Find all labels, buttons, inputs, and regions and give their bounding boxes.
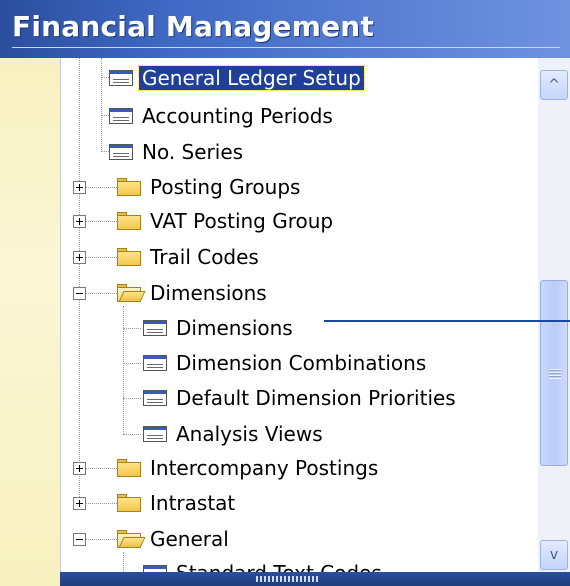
folder-icon xyxy=(117,248,141,266)
tree-item-default-dimension-priorities[interactable]: Default Dimension Priorities xyxy=(143,383,459,413)
tree-item-label: Standard Text Codes xyxy=(173,561,385,572)
tree-guide-line xyxy=(101,58,102,152)
panel-header: Financial Management xyxy=(0,0,570,58)
tree-item-label: Trail Codes xyxy=(150,245,259,269)
tree-folder-vat-posting-group[interactable]: VAT Posting Group xyxy=(117,206,336,236)
collapse-minus-icon[interactable] xyxy=(73,533,86,546)
tree-item-no-series[interactable]: No. Series xyxy=(109,137,246,167)
tree-item-label: Dimension Combinations xyxy=(176,351,427,375)
scroll-down-button[interactable]: v xyxy=(540,540,568,570)
vertical-scrollbar[interactable]: ^ v xyxy=(538,58,570,572)
tree-item-dimensions[interactable]: Dimensions xyxy=(143,313,296,343)
form-icon xyxy=(143,320,167,336)
callout-pointer-line xyxy=(324,320,570,322)
tree-guide-line xyxy=(85,293,117,294)
tree-guide-line xyxy=(85,187,117,188)
form-icon xyxy=(143,426,167,442)
expand-plus-icon[interactable] xyxy=(73,181,86,194)
form-icon xyxy=(143,565,167,572)
tree-item-label: Posting Groups xyxy=(150,175,301,199)
grip-icon xyxy=(549,369,561,379)
navigation-tree[interactable]: General Ledger Setup Accounting Periods … xyxy=(60,58,540,572)
tree-guide-line xyxy=(123,328,141,329)
open-folder-icon xyxy=(117,284,146,302)
tree-item-label: Dimensions xyxy=(150,281,267,305)
scroll-up-button[interactable]: ^ xyxy=(540,70,568,100)
tree-folder-trail-codes[interactable]: Trail Codes xyxy=(117,242,262,272)
folder-icon xyxy=(117,459,141,477)
tree-folder-posting-groups[interactable]: Posting Groups xyxy=(117,172,303,202)
open-folder-icon xyxy=(117,530,146,548)
tree-item-label: Intercompany Postings xyxy=(150,456,379,480)
tree-folder-general[interactable]: General xyxy=(117,524,232,554)
chevron-up-icon: ^ xyxy=(548,77,560,93)
tree-guide-line xyxy=(85,257,117,258)
decorative-side-strip xyxy=(0,58,60,586)
form-icon xyxy=(109,70,133,86)
chevron-down-icon: v xyxy=(549,547,559,563)
header-divider xyxy=(12,47,560,48)
tree-item-standard-text-codes[interactable]: Standard Text Codes xyxy=(143,558,385,572)
tree-item-label: Intrastat xyxy=(150,491,236,515)
tree-item-analysis-views[interactable]: Analysis Views xyxy=(143,419,326,449)
tree-item-label: Default Dimension Priorities xyxy=(176,386,456,410)
tree-folder-intrastat[interactable]: Intrastat xyxy=(117,488,238,518)
tree-guide-line xyxy=(85,503,117,504)
tree-item-label: Accounting Periods xyxy=(142,104,333,128)
collapse-minus-icon[interactable] xyxy=(73,287,86,300)
tree-folder-dimensions[interactable]: Dimensions xyxy=(117,278,270,308)
form-icon xyxy=(109,108,133,124)
tree-item-label: General Ledger Setup xyxy=(138,65,365,91)
tree-guide-line xyxy=(123,398,141,399)
tree-guide-line xyxy=(85,221,117,222)
page-title: Financial Management xyxy=(12,10,375,43)
bottom-resize-bar[interactable] xyxy=(60,572,570,586)
expand-plus-icon[interactable] xyxy=(73,251,86,264)
scroll-thumb[interactable] xyxy=(540,280,568,466)
tree-guide-line xyxy=(85,539,117,540)
tree-guide-line xyxy=(123,363,141,364)
tree-item-general-ledger-setup[interactable]: General Ledger Setup xyxy=(109,63,365,93)
resize-grip-icon[interactable] xyxy=(256,576,320,582)
tree-item-label: VAT Posting Group xyxy=(150,209,334,233)
tree-guide-line xyxy=(123,434,141,435)
tree-item-label: General xyxy=(150,527,229,551)
expand-plus-icon[interactable] xyxy=(73,215,86,228)
tree-item-label: Dimensions xyxy=(176,316,293,340)
tree-folder-intercompany-postings[interactable]: Intercompany Postings xyxy=(117,453,381,483)
tree-item-dimension-combinations[interactable]: Dimension Combinations xyxy=(143,348,429,378)
folder-icon xyxy=(117,494,141,512)
tree-guide-line xyxy=(123,306,124,434)
form-icon xyxy=(143,390,167,406)
expand-plus-icon[interactable] xyxy=(73,462,86,475)
folder-icon xyxy=(117,212,141,230)
form-icon xyxy=(109,144,133,160)
tree-guide-line xyxy=(85,468,117,469)
tree-guide-line xyxy=(123,552,124,572)
folder-icon xyxy=(117,178,141,196)
expand-plus-icon[interactable] xyxy=(73,497,86,510)
tree-item-label: No. Series xyxy=(142,140,244,164)
tree-item-label: Analysis Views xyxy=(176,422,323,446)
tree-item-accounting-periods[interactable]: Accounting Periods xyxy=(109,101,336,131)
form-icon xyxy=(143,355,167,371)
tree-guide-line xyxy=(79,58,80,503)
